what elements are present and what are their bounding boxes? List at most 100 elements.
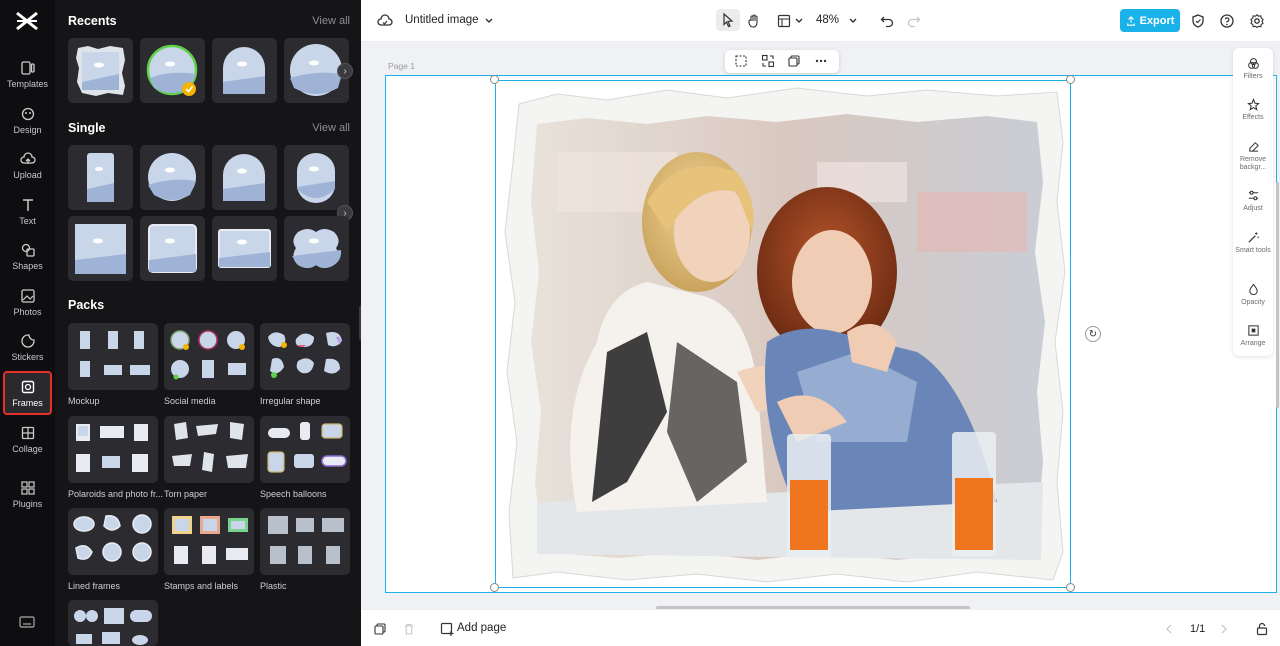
duplicate-icon[interactable] bbox=[787, 54, 803, 69]
lock-icon[interactable] bbox=[1255, 622, 1269, 636]
smart-tools-tool[interactable]: Smart tools bbox=[1233, 231, 1273, 255]
capcut-logo-icon bbox=[16, 11, 38, 31]
single-frame-landscape[interactable] bbox=[212, 216, 277, 281]
resize-handle-top-right[interactable] bbox=[1066, 75, 1075, 84]
floating-toolbar bbox=[725, 50, 839, 73]
next-page-icon[interactable] bbox=[1217, 622, 1231, 636]
pack-torn-paper[interactable] bbox=[164, 416, 254, 483]
select-tool-button[interactable] bbox=[716, 9, 740, 31]
more-options-icon[interactable] bbox=[814, 54, 830, 69]
single-frame-blob[interactable] bbox=[284, 216, 349, 281]
rail-label: Plugins bbox=[12, 498, 43, 509]
rail-label: Frames bbox=[12, 397, 43, 408]
pack-social-media[interactable] bbox=[164, 323, 254, 390]
filters-tool[interactable]: Filters bbox=[1233, 57, 1273, 81]
remove-background-tool[interactable]: Remove backgr... bbox=[1233, 140, 1273, 172]
shield-button[interactable] bbox=[1188, 11, 1208, 31]
rail-label: Shapes bbox=[12, 260, 43, 271]
eraser-icon bbox=[1248, 142, 1259, 152]
adjust-tool[interactable]: Adjust bbox=[1233, 189, 1273, 213]
effects-tool[interactable]: Effects bbox=[1233, 98, 1273, 122]
design-icon bbox=[21, 107, 34, 120]
rail-item-shapes[interactable]: Shapes bbox=[3, 234, 52, 278]
rotate-handle[interactable]: ↻ bbox=[1085, 326, 1101, 342]
hand-icon bbox=[748, 14, 758, 28]
crop-select-icon[interactable] bbox=[734, 54, 750, 69]
single-frame-rounded-square[interactable] bbox=[140, 216, 205, 281]
cloud-save-icon[interactable] bbox=[375, 11, 395, 31]
rail-item-text[interactable]: Text bbox=[3, 189, 52, 233]
single-frame-square[interactable] bbox=[68, 216, 133, 281]
page-counter: 1/1 bbox=[1190, 623, 1206, 635]
layers-icon[interactable] bbox=[373, 622, 387, 636]
rail-item-photos[interactable]: Photos bbox=[3, 280, 52, 324]
resize-handle-top-left[interactable] bbox=[490, 75, 499, 84]
recents-view-all-link[interactable]: View all bbox=[312, 15, 350, 27]
undo-button[interactable] bbox=[877, 11, 897, 31]
app-root: Templates Design Upload Text Shapes Phot… bbox=[0, 0, 1280, 646]
help-button[interactable] bbox=[1217, 11, 1237, 31]
pack-label: Lined frames bbox=[68, 581, 121, 591]
magic-wand-icon bbox=[1247, 232, 1259, 243]
pack-irregular-shape[interactable] bbox=[260, 323, 350, 390]
document-title[interactable]: Untitled image bbox=[405, 14, 479, 26]
single-frame-arch[interactable] bbox=[212, 145, 277, 210]
cursor-icon bbox=[723, 12, 734, 28]
resize-handle-bottom-left[interactable] bbox=[490, 583, 499, 592]
keyboard-icon[interactable] bbox=[18, 614, 36, 630]
single-frame-oval[interactable] bbox=[284, 145, 349, 210]
prev-page-icon[interactable] bbox=[1162, 622, 1176, 636]
pack-mockup[interactable] bbox=[68, 323, 158, 390]
right-tools-panel: Filters Effects Remove backgr... Adjust … bbox=[1233, 48, 1273, 356]
arrange-tool[interactable]: Arrange bbox=[1233, 324, 1273, 348]
vertical-scrollbar[interactable] bbox=[1276, 182, 1279, 408]
hand-tool-button[interactable] bbox=[744, 11, 764, 31]
pack-plastic[interactable] bbox=[260, 508, 350, 575]
rail-item-frames[interactable]: Frames bbox=[3, 371, 52, 415]
add-page-button[interactable]: Add page bbox=[457, 622, 506, 634]
rail-item-design[interactable]: Design bbox=[3, 98, 52, 142]
frames-icon bbox=[21, 380, 34, 393]
zoom-level[interactable]: 48% bbox=[816, 14, 839, 26]
resize-handle-bottom-right[interactable] bbox=[1066, 583, 1075, 592]
single-view-all-link[interactable]: View all bbox=[312, 122, 350, 134]
rail-item-upload[interactable]: Upload bbox=[3, 143, 52, 187]
tool-label: Adjust bbox=[1243, 205, 1263, 212]
pack-polaroids[interactable] bbox=[68, 416, 158, 483]
redo-button[interactable] bbox=[904, 11, 924, 31]
layout-chevron-down-icon[interactable] bbox=[789, 11, 809, 31]
tool-label: Effects bbox=[1242, 114, 1264, 121]
plugins-icon bbox=[20, 480, 35, 495]
selection-box[interactable] bbox=[495, 80, 1071, 588]
settings-button[interactable] bbox=[1247, 11, 1267, 31]
rail-item-collage[interactable]: Collage bbox=[3, 417, 52, 461]
rail-item-templates[interactable]: Templates bbox=[3, 52, 52, 96]
stickers-icon bbox=[20, 333, 35, 348]
export-button[interactable]: Export bbox=[1120, 9, 1180, 32]
pack-lined-frames[interactable] bbox=[68, 508, 158, 575]
recent-frame-circle[interactable] bbox=[140, 38, 205, 103]
recents-scroll-right-button[interactable]: › bbox=[337, 63, 353, 79]
pack-label: Speech balloons bbox=[260, 489, 327, 499]
rail-label: Upload bbox=[13, 169, 42, 180]
bottom-bar: Add page 1/1 bbox=[361, 609, 1280, 646]
canvas-area[interactable]: Page 1 ↻ bbox=[361, 42, 1280, 610]
single-frame-circle[interactable] bbox=[140, 145, 205, 210]
delete-icon[interactable] bbox=[402, 622, 416, 636]
zoom-chevron-down-icon[interactable] bbox=[843, 11, 863, 31]
title-chevron-down-icon[interactable] bbox=[479, 11, 499, 31]
recent-frame-torn[interactable] bbox=[68, 38, 133, 103]
replace-icon[interactable] bbox=[761, 54, 777, 69]
rail-item-stickers[interactable]: Stickers bbox=[3, 325, 52, 369]
rail-item-plugins[interactable]: Plugins bbox=[3, 472, 52, 516]
pack-stamps-labels[interactable] bbox=[164, 508, 254, 575]
pack-more[interactable] bbox=[68, 600, 158, 646]
chevron-right-icon: › bbox=[343, 65, 347, 77]
pack-speech-balloons[interactable] bbox=[260, 416, 350, 483]
add-page-icon[interactable] bbox=[440, 622, 454, 636]
pack-label: Stamps and labels bbox=[164, 581, 239, 591]
opacity-tool[interactable]: Opacity bbox=[1233, 283, 1273, 307]
single-frame-portrait[interactable] bbox=[68, 145, 133, 210]
text-icon bbox=[22, 198, 33, 211]
recent-frame-arch[interactable] bbox=[212, 38, 277, 103]
